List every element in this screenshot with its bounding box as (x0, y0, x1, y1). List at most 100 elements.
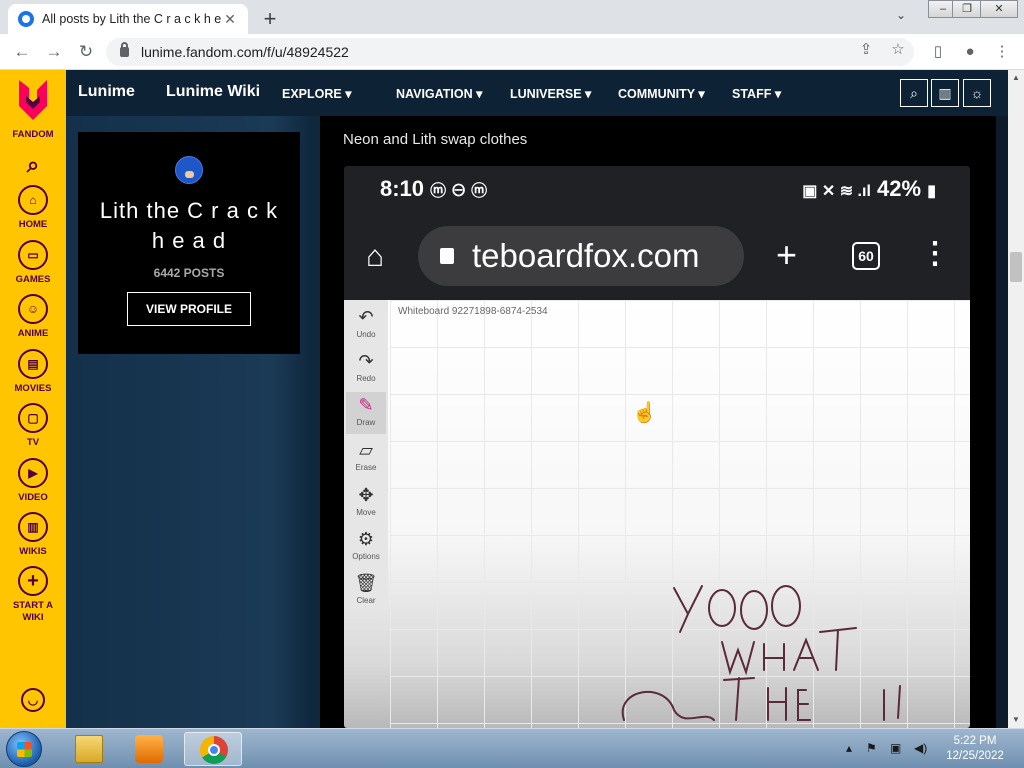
show-hidden-icons[interactable]: ▴ (846, 741, 852, 755)
trash-icon: 🗑 (354, 573, 378, 593)
back-button[interactable]: ← (10, 40, 34, 64)
start-button[interactable] (6, 731, 42, 767)
rail-item-games[interactable]: ▭ GAMES (0, 240, 66, 285)
post-title[interactable]: Neon and Lith swap clothes (343, 131, 527, 148)
phone-browser-bar: ⌂ teboardfox.com + 60 ⋮ (344, 226, 970, 300)
action-center-icon[interactable]: ⚑ (866, 741, 877, 755)
rail-item-video[interactable]: ▶ VIDEO (0, 458, 66, 503)
tool-label: Move (356, 508, 376, 517)
tool-label: Redo (356, 374, 376, 383)
address-bar[interactable]: lunime.fandom.com/f/u/48924522 (106, 38, 914, 66)
wiki-search-icon[interactable]: ⌕ (900, 79, 928, 107)
menu-kebab-icon[interactable]: ⋮ (990, 40, 1014, 64)
view-profile-button[interactable]: VIEW PROFILE (126, 292, 251, 326)
tab-title: All posts by Lith the C r a c k h e (42, 12, 222, 26)
anime-icon: ☺ (18, 294, 48, 324)
phone-url-text: teboardfox.com (472, 237, 700, 274)
tv-icon: ▢ (18, 403, 48, 433)
fandom-logo-link[interactable]: FANDOM (0, 78, 66, 140)
nav-label: NAVIGATION (396, 87, 473, 101)
wiki-name-link[interactable]: Lunime Wiki (166, 83, 260, 101)
avatar (175, 156, 203, 184)
handwritten-scribble (621, 585, 901, 721)
bookmark-star-icon[interactable]: ☆ (888, 40, 908, 58)
side-panel-icon[interactable]: ▯ (926, 40, 950, 64)
wiki-book-icon[interactable]: ▥ (931, 79, 959, 107)
erase-tool: ▱ Erase (346, 437, 386, 479)
rail-item-wikis[interactable]: ▥ WIKIS (0, 512, 66, 557)
chrome-icon (200, 736, 228, 764)
whiteboard-label: Whiteboard 92271898-6874-2534 (398, 306, 548, 317)
screen: All posts by Lith the C r a c k h e ✕ + … (0, 0, 1024, 768)
rail-label: MOVIES (14, 383, 52, 394)
play-icon: ▶ (18, 458, 48, 488)
windows-taskbar: ▴ ⚑ ▣ ◀) 5:22 PM 12/25/2022 (0, 728, 1024, 768)
user-account-button[interactable]: ◡ (0, 688, 66, 716)
taskbar-chrome[interactable] (184, 732, 242, 766)
rail-item-anime[interactable]: ☺ ANIME (0, 294, 66, 339)
rail-label: TV (26, 437, 40, 448)
forward-button[interactable]: → (42, 40, 66, 64)
hand-cursor-icon: ☝ (632, 402, 657, 424)
nav-staff[interactable]: STAFF ▾ (732, 86, 781, 101)
browser-tab[interactable]: All posts by Lith the C r a c k h e ✕ (8, 4, 248, 34)
share-icon[interactable]: ⇪ (856, 40, 876, 58)
volume-icon[interactable]: ◀) (914, 741, 927, 755)
eraser-icon: ▱ (359, 440, 373, 460)
tab-search-chevron-icon[interactable]: ⌄ (896, 8, 906, 22)
lock-icon (120, 42, 129, 57)
phone-time: 8:10 (380, 176, 425, 201)
tab-strip: All posts by Lith the C r a c k h e ✕ + … (0, 0, 1024, 34)
rail-item-start-a-wiki[interactable]: + START A WIKI (0, 566, 66, 624)
rail-label: VIDEO (18, 492, 48, 503)
gamepad-icon: ▭ (18, 240, 48, 270)
rail-item-home[interactable]: ⌂ HOME (0, 185, 66, 230)
close-window-button[interactable]: ✕ (980, 0, 1018, 18)
rail-item-movies[interactable]: ▤ MOVIES (0, 349, 66, 394)
whiteboard-toolbar: ↶ Undo ↷ Redo ✎ Draw ▱ Erase ✥ Move ⚙ Options … (344, 300, 388, 610)
search-icon[interactable]: ⌕ (0, 152, 66, 178)
restore-button[interactable]: ❐ (952, 0, 982, 18)
phone-lock-icon (440, 248, 454, 264)
nav-navigation[interactable]: NAVIGATION ▾ (396, 86, 482, 101)
draw-tool: ✎ Draw (346, 392, 386, 434)
redo-icon: ↷ (358, 351, 374, 371)
home-icon: ⌂ (18, 185, 48, 215)
scroll-thumb[interactable] (1010, 252, 1022, 282)
move-icon: ✥ (358, 485, 374, 505)
plus-circle-icon: + (18, 566, 48, 596)
profile-avatar-icon[interactable]: ● (958, 40, 982, 64)
rail-item-tv[interactable]: ▢ TV (0, 403, 66, 448)
nav-explore[interactable]: EXPLORE ▾ (282, 86, 352, 101)
reload-button[interactable]: ↻ (74, 40, 98, 64)
rail-label: WIKIS (19, 546, 47, 557)
system-clock[interactable]: 5:22 PM 12/25/2022 (940, 734, 1010, 764)
clock-time: 5:22 PM (953, 735, 997, 747)
close-tab-icon[interactable]: ✕ (222, 11, 238, 28)
gear-icon: ⚙ (357, 529, 375, 549)
nav-label: COMMUNITY (618, 87, 695, 101)
phone-tabs-icon: 60 (852, 242, 880, 270)
post-image[interactable]: 8:10 ⓜ ⊖ ⓜ ▣ ✕ ≋ .ıl 42% ▮ ⌂ teboardfox.… (344, 166, 970, 728)
scroll-up-icon[interactable]: ▲ (1008, 70, 1024, 86)
phone-url-bar: teboardfox.com (418, 226, 744, 286)
lunime-logo[interactable]: Lunime (78, 83, 135, 101)
network-icon[interactable]: ▣ (890, 741, 901, 755)
options-tool: ⚙ Options (346, 526, 386, 568)
taskbar-media-player[interactable] (120, 732, 178, 766)
folder-icon (75, 735, 103, 763)
theme-toggle-icon[interactable]: ☼ (963, 79, 991, 107)
fandom-rail: FANDOM ⌕ ⌂ HOME ▭ GAMES ☺ ANIME ▤ MOVIES… (0, 70, 66, 728)
media-player-icon (135, 735, 163, 763)
tool-label: Clear (356, 596, 376, 605)
page-scrollbar[interactable]: ▲ ▼ (1008, 70, 1024, 728)
notification-icons: ⓜ ⊖ ⓜ (430, 183, 488, 200)
nav-luniverse[interactable]: LUNIVERSE ▾ (510, 86, 591, 101)
nav-community[interactable]: COMMUNITY ▾ (618, 86, 705, 101)
tool-label: Options (352, 552, 380, 561)
scroll-down-icon[interactable]: ▼ (1008, 712, 1024, 728)
clear-tool: 🗑 Clear (346, 570, 386, 612)
rail-label: ANIME (17, 328, 49, 339)
new-tab-button[interactable]: + (258, 6, 282, 32)
taskbar-explorer[interactable] (60, 732, 118, 766)
